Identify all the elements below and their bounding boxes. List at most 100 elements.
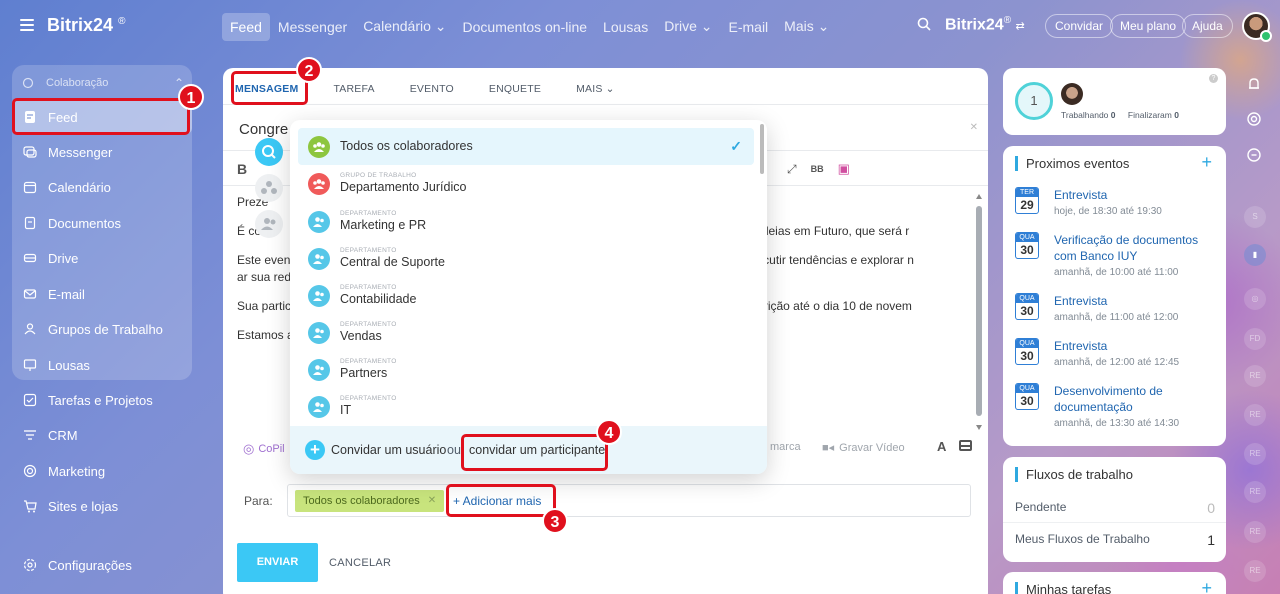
sidebar-item-calendar[interactable]: Calendário [12, 170, 192, 204]
record-video-button[interactable]: ■◂ Gravar Vídeo [822, 441, 905, 455]
plus-icon[interactable]: + [305, 440, 325, 460]
list-item[interactable]: DEPARTAMENTO IT [298, 388, 754, 425]
text-format-button[interactable]: A [937, 439, 946, 454]
list-item[interactable]: DEPARTAMENTO Central de Suporte [298, 240, 754, 277]
remove-icon[interactable]: ✕ [428, 490, 436, 512]
rail-avatar[interactable]: RE [1244, 365, 1266, 387]
list-item-category: DEPARTAMENTO [340, 358, 397, 365]
event-title[interactable]: Verificação de documentos com Banco IUY [1054, 232, 1219, 264]
mention-button[interactable]: marca [770, 441, 801, 453]
rail-avatar[interactable]: S [1244, 206, 1266, 228]
tab-more[interactable]: MAIS ⌄ [576, 83, 615, 95]
bookmark-icon[interactable]: ▮ [1244, 244, 1266, 266]
rail-avatar[interactable]: FD [1244, 328, 1266, 350]
send-button[interactable]: ENVIAR [237, 543, 318, 582]
image-icon[interactable]: ▣ [838, 161, 850, 177]
avatar[interactable] [1061, 83, 1083, 105]
sidebar-item-email[interactable]: E-mail [12, 277, 192, 311]
event-title[interactable]: Entrevista [1054, 338, 1219, 354]
my-workflows-row[interactable]: Meus Fluxos de Trabalho 1 [1015, 532, 1215, 548]
bell-icon[interactable] [1243, 73, 1265, 95]
list-item[interactable]: GRUPO DE TRABALHO Departamento Jurídico [298, 165, 754, 202]
nav-drive[interactable]: Drive ⌄ [656, 12, 720, 41]
recipient-chip[interactable]: Todos os colaboradores ✕ [295, 490, 445, 512]
close-icon[interactable]: ✕ [970, 122, 978, 133]
fullscreen-icon[interactable]: ⤢ [787, 162, 797, 177]
tab-poll[interactable]: ENQUETE [489, 83, 541, 95]
worktime-counter[interactable]: 1 [1015, 82, 1053, 120]
cancel-button[interactable]: CANCELAR [329, 557, 391, 569]
event-title[interactable]: Entrevista [1054, 187, 1219, 203]
list-item[interactable]: DEPARTAMENTO Vendas [298, 314, 754, 351]
sidebar-section-header[interactable]: Colaboração ⌃ [22, 73, 184, 93]
panel-icon[interactable] [959, 440, 972, 451]
my-plan-button[interactable]: Meu plano [1110, 14, 1187, 38]
departments-icon[interactable] [255, 174, 283, 202]
nav-boards[interactable]: Lousas [595, 13, 656, 41]
event-time: amanhã, de 11:00 até 12:00 [1054, 312, 1179, 323]
divider [223, 104, 988, 105]
pending-row[interactable]: Pendente 0 [1015, 500, 1215, 516]
rail-avatar[interactable]: RE [1244, 481, 1266, 503]
search-icon[interactable] [917, 17, 931, 31]
sidebar-item-groups[interactable]: Grupos de Trabalho [12, 312, 192, 346]
search-users-icon[interactable] [255, 138, 283, 166]
sidebar-item-sites[interactable]: Sites e lojas [12, 489, 192, 523]
rail-avatar[interactable]: RE [1244, 404, 1266, 426]
check-icon: ✓ [730, 138, 742, 154]
list-item-category: DEPARTAMENTO [340, 395, 397, 402]
tab-task[interactable]: TAREFA [333, 83, 374, 95]
nav-calendar[interactable]: Calendário ⌄ [355, 12, 454, 41]
rail-avatar[interactable]: ◎ [1244, 288, 1266, 310]
people-icon[interactable] [255, 210, 283, 238]
sidebar-item-settings[interactable]: Configurações [12, 548, 192, 582]
rail-avatar[interactable]: RE [1244, 560, 1266, 582]
sidebar-item-documents[interactable]: Documentos [12, 206, 192, 240]
menu-icon[interactable] [20, 19, 34, 31]
rail-avatar[interactable]: RE [1244, 521, 1266, 543]
list-item[interactable]: DEPARTAMENTO Marketing e PR [298, 203, 754, 240]
invite-user-link[interactable]: Convidar um usuário [331, 443, 446, 457]
bold-button[interactable]: B [237, 161, 247, 177]
nav-more[interactable]: Mais ⌄ [776, 12, 837, 41]
popup-scrollbar[interactable] [760, 124, 764, 174]
sidebar-item-crm[interactable]: CRM [12, 418, 192, 452]
add-event-button[interactable]: + [1201, 152, 1212, 173]
list-item-name: Todos os colaboradores [340, 139, 473, 153]
rail-avatar[interactable]: RE [1244, 443, 1266, 465]
department-icon [308, 321, 330, 344]
editor-scrollbar[interactable] [976, 194, 982, 430]
sidebar-item-drive[interactable]: Drive [12, 241, 192, 275]
widget-title: Minhas tarefas [1015, 582, 1111, 594]
tab-event[interactable]: EVENTO [410, 83, 454, 95]
sidebar-item-tasks[interactable]: Tarefas e Projetos [12, 383, 192, 417]
bbcode-icon[interactable]: BB [811, 164, 824, 174]
user-avatar[interactable] [1242, 12, 1272, 42]
sidebar-item-boards[interactable]: Lousas [12, 348, 192, 382]
sidebar-item-messenger[interactable]: Messenger [12, 135, 192, 169]
invite-button[interactable]: Convidar [1045, 14, 1114, 38]
sidebar-item-marketing[interactable]: Marketing [12, 454, 192, 488]
list-item-all-employees[interactable]: Todos os colaboradores ✓ [298, 128, 754, 165]
event-title[interactable]: Entrevista [1054, 293, 1219, 309]
nav-messenger[interactable]: Messenger [270, 13, 355, 41]
copilot-button[interactable]: ◎ CoPil [243, 441, 285, 457]
pulse-icon[interactable] [1243, 108, 1265, 130]
add-task-button[interactable]: + [1201, 578, 1212, 594]
list-item-name: Central de Suporte [340, 255, 445, 269]
help-icon[interactable]: ? [1209, 74, 1218, 83]
nav-documents[interactable]: Documentos on-line [455, 13, 596, 41]
nav-feed[interactable]: Feed [222, 12, 270, 41]
event-title[interactable]: Desenvolvimento de documentação [1054, 383, 1219, 415]
help-button[interactable]: Ajuda [1182, 14, 1233, 38]
format-toolbar: ⤢ BB ▣ [787, 161, 850, 177]
list-item[interactable]: DEPARTAMENTO Partners [298, 351, 754, 388]
post-title-input[interactable]: Congre [239, 121, 288, 138]
chat-bubble-icon[interactable] [1243, 144, 1265, 166]
toggle-icon[interactable]: ⇄ [1016, 20, 1025, 32]
list-item[interactable]: DEPARTAMENTO Contabilidade [298, 277, 754, 314]
recipients-field[interactable]: Todos os colaboradores ✕ + Adicionar mais [287, 484, 971, 517]
nav-email[interactable]: E-mail [721, 13, 777, 41]
logo[interactable]: Bitrix24 ® [47, 15, 125, 36]
tasks-icon [22, 392, 38, 408]
